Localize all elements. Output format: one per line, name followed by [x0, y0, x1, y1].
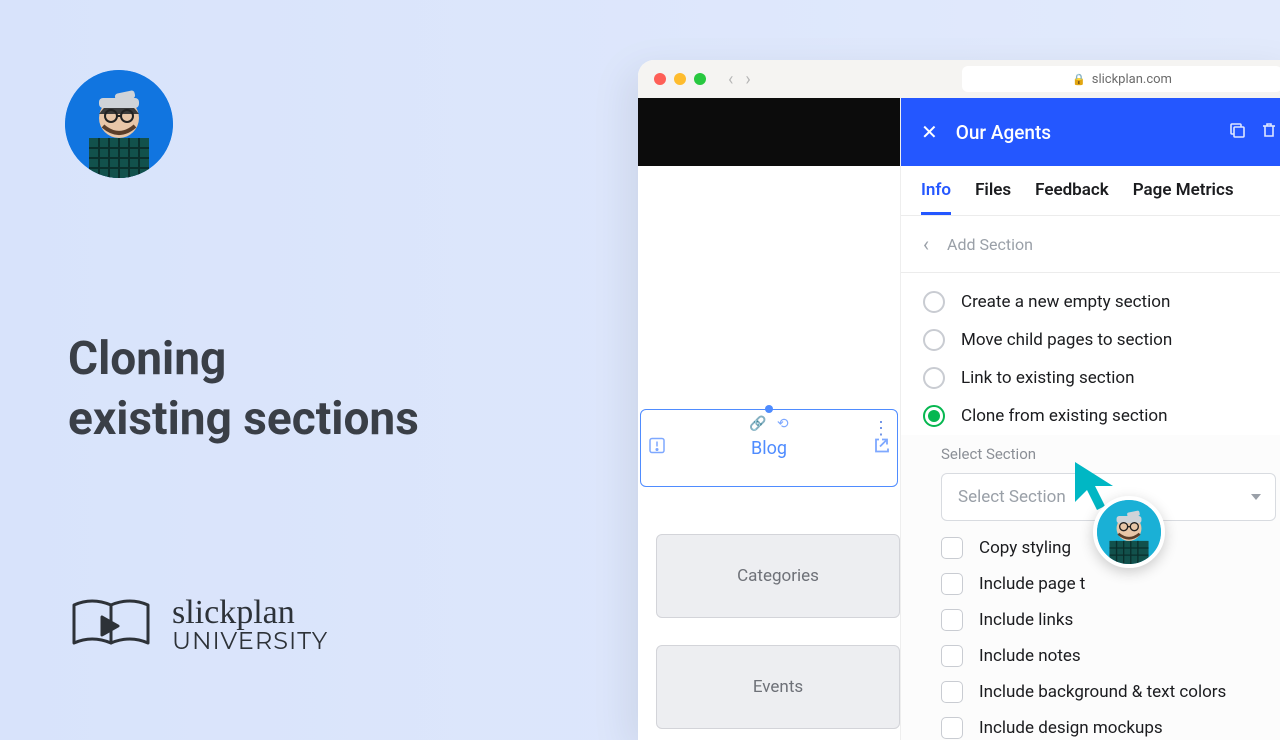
- tab-info[interactable]: Info: [921, 180, 951, 215]
- app-topbar: [638, 98, 900, 166]
- sitemap-canvas[interactable]: 🔗 ⟲ ⋮ Blog Categories Events: [638, 98, 900, 740]
- properties-panel: ✕ Our Agents Info Files Feedback Page Me…: [900, 98, 1280, 740]
- tab-feedback[interactable]: Feedback: [1035, 180, 1109, 215]
- select-section-label: Select Section: [941, 445, 1276, 463]
- page-card-blog[interactable]: 🔗 ⟲ ⋮ Blog: [640, 409, 898, 487]
- check-label: Include design mockups: [979, 718, 1163, 738]
- browser-window: ‹ › 🔒 slickplan.com 🔗 ⟲ ⋮: [638, 60, 1280, 740]
- address-text: slickplan.com: [1092, 72, 1172, 87]
- check-label: Include notes: [979, 646, 1081, 666]
- slide-headline: Cloning existing sections: [68, 330, 419, 450]
- refresh-icon[interactable]: ⟲: [777, 416, 789, 432]
- headline-line2: existing sections: [68, 390, 419, 450]
- check-include-links[interactable]: Include links: [941, 609, 1276, 631]
- check-include-colors[interactable]: Include background & text colors: [941, 681, 1276, 703]
- chevron-left-icon[interactable]: ‹: [923, 232, 929, 256]
- radio-create-empty[interactable]: Create a new empty section: [923, 291, 1276, 313]
- maximize-dot[interactable]: [694, 73, 706, 85]
- link-icon[interactable]: 🔗: [749, 416, 766, 432]
- tab-files[interactable]: Files: [975, 180, 1011, 215]
- radio-clone-existing[interactable]: Clone from existing section: [923, 405, 1276, 427]
- panel-tabs: Info Files Feedback Page Metrics: [901, 166, 1280, 216]
- minimize-dot[interactable]: [674, 73, 686, 85]
- trash-icon[interactable]: [1260, 121, 1278, 144]
- radio-move-child[interactable]: Move child pages to section: [923, 329, 1276, 351]
- radio-label: Clone from existing section: [961, 406, 1168, 426]
- close-icon[interactable]: ✕: [921, 120, 938, 144]
- check-include-mockups[interactable]: Include design mockups: [941, 717, 1276, 739]
- select-placeholder: Select Section: [958, 487, 1066, 507]
- external-link-icon[interactable]: [873, 438, 889, 459]
- browser-chrome: ‹ › 🔒 slickplan.com: [638, 60, 1280, 98]
- page-card-events[interactable]: Events: [656, 645, 900, 729]
- logo-script: slickplan: [172, 596, 328, 630]
- check-label: Include page t: [979, 574, 1085, 594]
- close-dot[interactable]: [654, 73, 666, 85]
- radio-label: Move child pages to section: [961, 330, 1172, 350]
- card-menu-icon[interactable]: ⋮: [872, 418, 889, 439]
- duplicate-icon[interactable]: [1228, 121, 1246, 144]
- lock-icon: 🔒: [1072, 73, 1086, 86]
- check-label: Include links: [979, 610, 1073, 630]
- card-title: Categories: [737, 566, 819, 586]
- slickplan-university-logo: slickplan UNIVERSITY: [68, 595, 328, 655]
- panel-title: Our Agents: [956, 121, 1051, 144]
- page-card-categories[interactable]: Categories: [656, 534, 900, 618]
- section-type-options: Create a new empty section Move child pa…: [901, 273, 1280, 435]
- connector-handle[interactable]: [765, 405, 773, 413]
- warning-icon[interactable]: [649, 438, 665, 459]
- book-play-icon: [68, 595, 154, 655]
- headline-line1: Cloning: [68, 330, 419, 390]
- check-include-notes[interactable]: Include notes: [941, 645, 1276, 667]
- radio-label: Create a new empty section: [961, 292, 1170, 312]
- clone-options-checklist: Copy styling Include page t Include link…: [901, 521, 1280, 739]
- logo-caps: UNIVERSITY: [172, 630, 328, 654]
- check-include-page-types[interactable]: Include page t: [941, 573, 1276, 595]
- radio-label: Link to existing section: [961, 368, 1135, 388]
- panel-header: ✕ Our Agents: [901, 98, 1280, 166]
- chevron-down-icon: [1251, 494, 1261, 500]
- traffic-lights[interactable]: [654, 73, 706, 85]
- radio-link-existing[interactable]: Link to existing section: [923, 367, 1276, 389]
- presenter-cursor-avatar: [1093, 496, 1165, 568]
- presenter-avatar: [65, 70, 173, 178]
- check-label: Copy styling: [979, 538, 1071, 558]
- avatar-illustration: [65, 70, 173, 178]
- card-title: Events: [753, 677, 803, 697]
- tab-page-metrics[interactable]: Page Metrics: [1133, 180, 1234, 215]
- nav-forward-icon[interactable]: ›: [745, 69, 750, 90]
- nav-back-icon[interactable]: ‹: [728, 69, 733, 90]
- address-bar[interactable]: 🔒 slickplan.com: [962, 66, 1280, 92]
- breadcrumb[interactable]: ‹ Add Section: [901, 216, 1280, 273]
- breadcrumb-label: Add Section: [947, 235, 1033, 254]
- check-label: Include background & text colors: [979, 682, 1226, 702]
- card-title: Blog: [751, 438, 787, 459]
